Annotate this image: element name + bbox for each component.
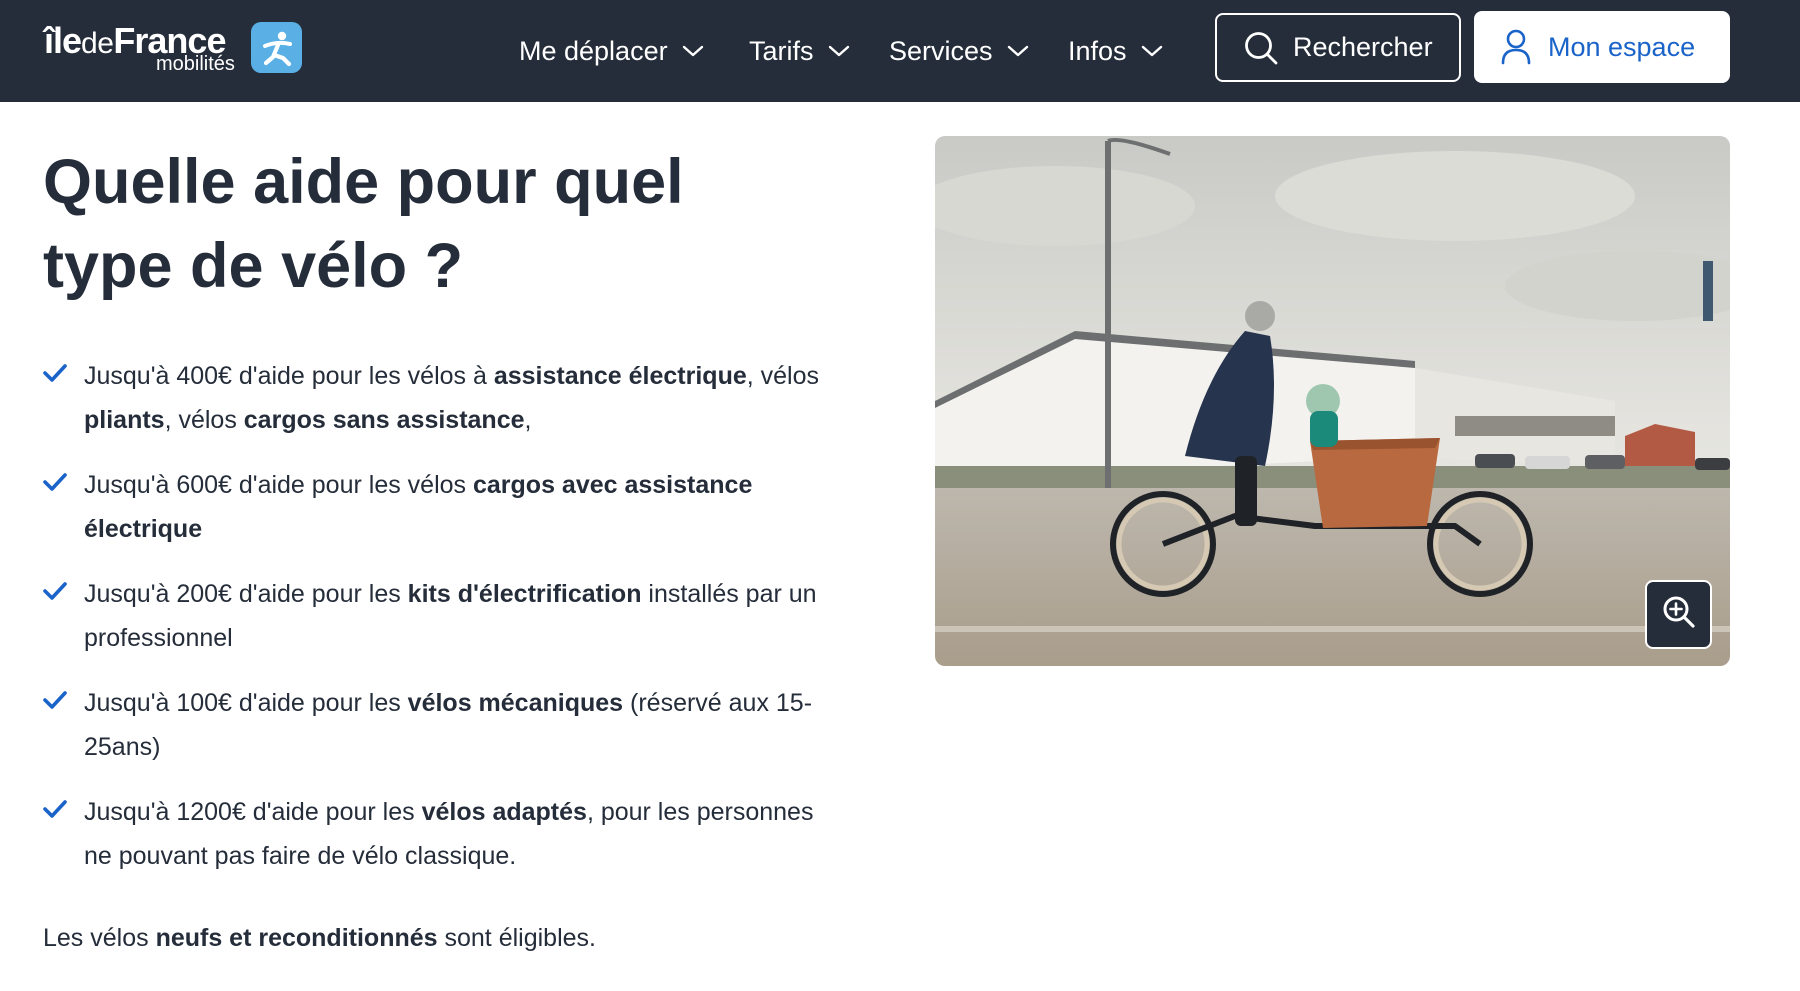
nav-services[interactable]: Services — [889, 0, 1029, 102]
zoom-in-icon — [1661, 594, 1697, 635]
chevron-down-icon — [828, 44, 850, 58]
eligibility-note: Les vélos neufs et reconditionnés sont é… — [43, 924, 596, 952]
list-item: Jusqu'à 200€ d'aide pour les kits d'élec… — [43, 572, 833, 660]
nav-infos[interactable]: Infos — [1068, 0, 1163, 102]
site-header: îledeFrance mobilités Me déplacer Tarifs… — [0, 0, 1800, 102]
list-item: Jusqu'à 100€ d'aide pour les vélos mécan… — [43, 681, 833, 769]
check-icon — [43, 472, 67, 492]
check-icon — [43, 690, 67, 710]
chevron-down-icon — [1141, 44, 1163, 58]
nav-me-deplacer[interactable]: Me déplacer — [519, 0, 704, 102]
page-title: Quelle aide pour quel type de vélo ? — [43, 147, 684, 301]
walking-person-logo-icon — [251, 22, 302, 73]
check-icon — [43, 799, 67, 819]
list-item: Jusqu'à 1200€ d'aide pour les vélos adap… — [43, 790, 833, 878]
list-item: Jusqu'à 400€ d'aide pour les vélos à ass… — [43, 354, 833, 442]
check-icon — [43, 363, 67, 383]
chevron-down-icon — [1007, 44, 1029, 58]
check-icon — [43, 581, 67, 601]
my-account-button[interactable]: Mon espace — [1474, 11, 1730, 83]
user-icon — [1500, 29, 1532, 65]
nav-tarifs[interactable]: Tarifs — [749, 0, 850, 102]
aid-list: Jusqu'à 400€ d'aide pour les vélos à ass… — [43, 354, 833, 899]
list-item: Jusqu'à 600€ d'aide pour les vélos cargo… — [43, 463, 833, 551]
chevron-down-icon — [682, 44, 704, 58]
search-button[interactable]: Rechercher — [1215, 13, 1461, 82]
search-icon — [1243, 30, 1279, 66]
ile-de-france-mobilites-logo[interactable]: îledeFrance mobilités — [44, 20, 309, 76]
cargo-bike-photo — [935, 136, 1730, 666]
zoom-button[interactable] — [1645, 580, 1712, 649]
